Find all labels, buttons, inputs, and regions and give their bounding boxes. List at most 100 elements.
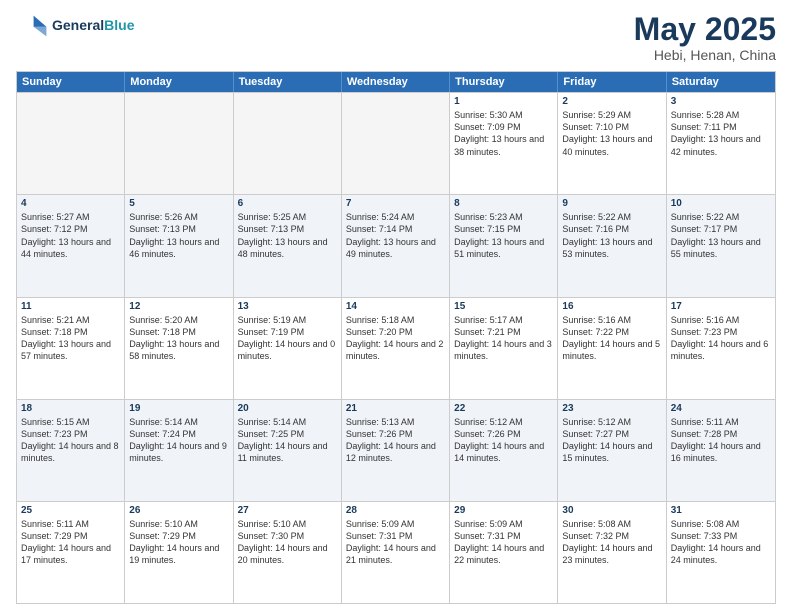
- calendar-day-cell: 23Sunrise: 5:12 AMSunset: 7:27 PMDayligh…: [558, 400, 666, 501]
- cal-header-day: Friday: [558, 72, 666, 92]
- day-text: Sunrise: 5:14 AMSunset: 7:25 PMDaylight:…: [238, 416, 337, 465]
- calendar-day-cell: 21Sunrise: 5:13 AMSunset: 7:26 PMDayligh…: [342, 400, 450, 501]
- day-number: 27: [238, 505, 337, 516]
- day-text: Sunrise: 5:19 AMSunset: 7:19 PMDaylight:…: [238, 314, 337, 363]
- calendar-day-cell: 31 Sunrise: 5:08 AMSunset: 7:33 PMDayligh…: [667, 502, 775, 603]
- calendar-day-cell: 26Sunrise: 5:10 AMSunset: 7:29 PMDayligh…: [125, 502, 233, 603]
- calendar-day-cell: 9 Sunrise: 5:22 AMSunset: 7:16 PMDaylight…: [558, 195, 666, 296]
- day-text: Sunrise: 5:09 AMSunset: 7:31 PMDaylight:…: [454, 518, 553, 567]
- cal-header-day: Thursday: [450, 72, 558, 92]
- day-number: 30: [562, 505, 661, 516]
- calendar-week-row: 1 Sunrise: 5:30 AMSunset: 7:09 PMDaylight…: [17, 92, 775, 194]
- day-text: Sunrise: 5:11 AMSunset: 7:29 PMDaylight:…: [21, 518, 120, 567]
- logo-text: GeneralBlue: [52, 18, 134, 33]
- day-text: Sunrise: 5:08 AMSunset: 7:33 PMDaylight:…: [671, 518, 771, 567]
- day-number: 11: [21, 301, 120, 312]
- day-text: Sunrise: 5:22 AMSunset: 7:17 PMDaylight:…: [671, 211, 771, 260]
- logo: GeneralBlue: [16, 12, 134, 40]
- day-number: 7: [346, 198, 445, 209]
- day-number: 6: [238, 198, 337, 209]
- day-number: 21: [346, 403, 445, 414]
- calendar-week-row: 4Sunrise: 5:27 AMSunset: 7:12 PMDaylight…: [17, 194, 775, 296]
- calendar-day-cell: 18 Sunrise: 5:15 AMSunset: 7:23 PMDayligh…: [17, 400, 125, 501]
- day-number: 2: [562, 96, 661, 107]
- day-text: Sunrise: 5:24 AMSunset: 7:14 PMDaylight:…: [346, 211, 445, 260]
- calendar-day-cell: 30Sunrise: 5:08 AMSunset: 7:32 PMDayligh…: [558, 502, 666, 603]
- day-number: 13: [238, 301, 337, 312]
- day-number: 22: [454, 403, 553, 414]
- day-text: Sunrise: 5:15 AMSunset: 7:23 PMDaylight:…: [21, 416, 120, 465]
- day-number: 3: [671, 96, 771, 107]
- calendar-day-cell: 15 Sunrise: 5:17 AMSunset: 7:21 PMDayligh…: [450, 298, 558, 399]
- calendar-day-cell: 5 Sunrise: 5:26 AMSunset: 7:13 PMDaylight…: [125, 195, 233, 296]
- day-number: 25: [21, 505, 120, 516]
- calendar-day-cell: 6 Sunrise: 5:25 AMSunset: 7:13 PMDaylight…: [234, 195, 342, 296]
- cal-header-day: Wednesday: [342, 72, 450, 92]
- logo-icon: [16, 12, 48, 40]
- calendar-day-cell: 25 Sunrise: 5:11 AMSunset: 7:29 PMDayligh…: [17, 502, 125, 603]
- day-text: Sunrise: 5:30 AMSunset: 7:09 PMDaylight:…: [454, 109, 553, 158]
- day-number: 16: [562, 301, 661, 312]
- day-number: 1: [454, 96, 553, 107]
- day-text: Sunrise: 5:23 AMSunset: 7:15 PMDaylight:…: [454, 211, 553, 260]
- title-block: May 2025 Hebi, Henan, China: [634, 12, 776, 63]
- calendar-day-cell: 3 Sunrise: 5:28 AMSunset: 7:11 PMDaylight…: [667, 93, 775, 194]
- day-text: Sunrise: 5:09 AMSunset: 7:31 PMDaylight:…: [346, 518, 445, 567]
- calendar-day-cell: [17, 93, 125, 194]
- calendar-day-cell: 11 Sunrise: 5:21 AMSunset: 7:18 PMDayligh…: [17, 298, 125, 399]
- day-text: Sunrise: 5:11 AMSunset: 7:28 PMDaylight:…: [671, 416, 771, 465]
- day-text: Sunrise: 5:28 AMSunset: 7:11 PMDaylight:…: [671, 109, 771, 158]
- calendar-day-cell: 1 Sunrise: 5:30 AMSunset: 7:09 PMDaylight…: [450, 93, 558, 194]
- page: GeneralBlue May 2025 Hebi, Henan, China …: [0, 0, 792, 612]
- day-text: Sunrise: 5:25 AMSunset: 7:13 PMDaylight:…: [238, 211, 337, 260]
- calendar: SundayMondayTuesdayWednesdayThursdayFrid…: [16, 71, 776, 604]
- day-number: 20: [238, 403, 337, 414]
- subtitle: Hebi, Henan, China: [634, 47, 776, 63]
- day-text: Sunrise: 5:20 AMSunset: 7:18 PMDaylight:…: [129, 314, 228, 363]
- day-number: 31: [671, 505, 771, 516]
- cal-header-day: Tuesday: [234, 72, 342, 92]
- day-number: 15: [454, 301, 553, 312]
- day-text: Sunrise: 5:14 AMSunset: 7:24 PMDaylight:…: [129, 416, 228, 465]
- cal-header-day: Monday: [125, 72, 233, 92]
- calendar-day-cell: 13 Sunrise: 5:19 AMSunset: 7:19 PMDayligh…: [234, 298, 342, 399]
- day-number: 24: [671, 403, 771, 414]
- day-number: 19: [129, 403, 228, 414]
- day-text: Sunrise: 5:16 AMSunset: 7:23 PMDaylight:…: [671, 314, 771, 363]
- calendar-day-cell: 29 Sunrise: 5:09 AMSunset: 7:31 PMDayligh…: [450, 502, 558, 603]
- calendar-body: 1 Sunrise: 5:30 AMSunset: 7:09 PMDaylight…: [17, 92, 775, 603]
- day-number: 29: [454, 505, 553, 516]
- day-number: 12: [129, 301, 228, 312]
- calendar-day-cell: 20 Sunrise: 5:14 AMSunset: 7:25 PMDayligh…: [234, 400, 342, 501]
- cal-header-day: Sunday: [17, 72, 125, 92]
- day-text: Sunrise: 5:18 AMSunset: 7:20 PMDaylight:…: [346, 314, 445, 363]
- day-text: Sunrise: 5:22 AMSunset: 7:16 PMDaylight:…: [562, 211, 661, 260]
- calendar-day-cell: [342, 93, 450, 194]
- day-number: 9: [562, 198, 661, 209]
- calendar-day-cell: 17 Sunrise: 5:16 AMSunset: 7:23 PMDayligh…: [667, 298, 775, 399]
- calendar-day-cell: 2Sunrise: 5:29 AMSunset: 7:10 PMDaylight…: [558, 93, 666, 194]
- day-number: 28: [346, 505, 445, 516]
- day-text: Sunrise: 5:21 AMSunset: 7:18 PMDaylight:…: [21, 314, 120, 363]
- day-text: Sunrise: 5:10 AMSunset: 7:29 PMDaylight:…: [129, 518, 228, 567]
- day-number: 18: [21, 403, 120, 414]
- day-text: Sunrise: 5:17 AMSunset: 7:21 PMDaylight:…: [454, 314, 553, 363]
- calendar-header: SundayMondayTuesdayWednesdayThursdayFrid…: [17, 72, 775, 92]
- calendar-week-row: 18 Sunrise: 5:15 AMSunset: 7:23 PMDayligh…: [17, 399, 775, 501]
- calendar-day-cell: [234, 93, 342, 194]
- day-number: 23: [562, 403, 661, 414]
- calendar-day-cell: 14 Sunrise: 5:18 AMSunset: 7:20 PMDayligh…: [342, 298, 450, 399]
- day-number: 17: [671, 301, 771, 312]
- day-text: Sunrise: 5:26 AMSunset: 7:13 PMDaylight:…: [129, 211, 228, 260]
- calendar-day-cell: 12 Sunrise: 5:20 AMSunset: 7:18 PMDayligh…: [125, 298, 233, 399]
- calendar-day-cell: 22Sunrise: 5:12 AMSunset: 7:26 PMDayligh…: [450, 400, 558, 501]
- day-number: 5: [129, 198, 228, 209]
- calendar-day-cell: 16Sunrise: 5:16 AMSunset: 7:22 PMDayligh…: [558, 298, 666, 399]
- calendar-day-cell: 19 Sunrise: 5:14 AMSunset: 7:24 PMDayligh…: [125, 400, 233, 501]
- calendar-day-cell: 4Sunrise: 5:27 AMSunset: 7:12 PMDaylight…: [17, 195, 125, 296]
- calendar-day-cell: 28 Sunrise: 5:09 AMSunset: 7:31 PMDayligh…: [342, 502, 450, 603]
- calendar-day-cell: 10Sunrise: 5:22 AMSunset: 7:17 PMDayligh…: [667, 195, 775, 296]
- calendar-day-cell: 27Sunrise: 5:10 AMSunset: 7:30 PMDayligh…: [234, 502, 342, 603]
- day-number: 14: [346, 301, 445, 312]
- day-text: Sunrise: 5:27 AMSunset: 7:12 PMDaylight:…: [21, 211, 120, 260]
